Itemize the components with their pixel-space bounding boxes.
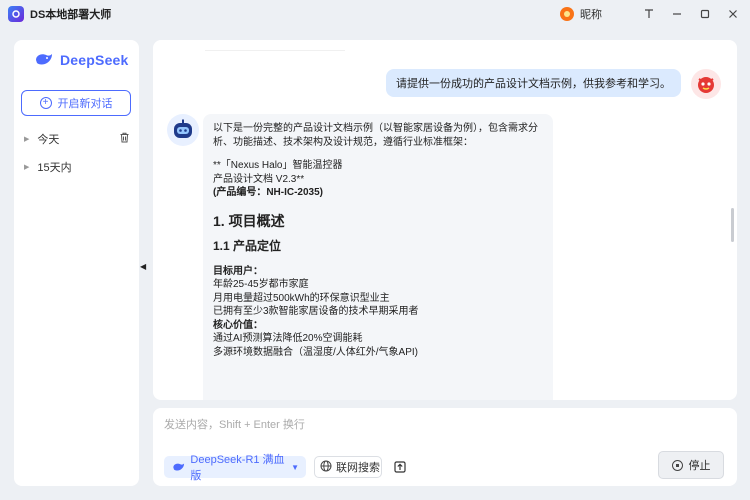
close-button[interactable] (722, 3, 744, 25)
sidebar-group-label: 今天 (37, 134, 60, 146)
core-value-label: 核心价值： (213, 319, 263, 331)
list-item: 年龄25-45岁都市家庭 (213, 279, 309, 291)
new-chat-label: 开启新对话 (57, 98, 113, 110)
upload-icon[interactable] (391, 458, 409, 476)
maximize-button[interactable] (694, 3, 716, 25)
list-item: 多源环境数据融合（温湿度/人体红外/气象API) (213, 346, 419, 358)
new-chat-button[interactable]: + 开启新对话 (21, 90, 131, 116)
sidebar-group-today[interactable]: ▶ 今天 (22, 129, 132, 149)
app-title: DS本地部署大师 (30, 9, 112, 21)
list-item: 通过AI预测算法降低20%空调能耗 (213, 333, 363, 345)
list-item: 已拥有至少3款智能家居设备的技术早期采用者 (213, 306, 419, 318)
sidebar-group-15days[interactable]: ▶ 15天内 (22, 157, 132, 177)
whale-icon (36, 54, 52, 65)
product-line: **「Nexus Halo」智能温控器 (213, 160, 343, 171)
scrollbar[interactable] (731, 208, 734, 242)
bot-intro: 以下是一份完整的产品设计文档示例（以智能家居设备为例），包含需求分析、功能描述、… (213, 123, 538, 148)
title-bar: DS本地部署大师 昵称 (0, 0, 750, 28)
sidebar-group-label: 15天内 (37, 162, 72, 174)
collapse-sidebar-icon[interactable]: ◀ (140, 262, 148, 271)
logo-text: DeepSeek (60, 52, 129, 68)
message-input[interactable]: 发送内容，Shift + Enter 换行 (164, 416, 305, 432)
caret-right-icon: ▶ (24, 136, 30, 143)
web-search-label: 联网搜索 (336, 462, 380, 474)
user-avatar (691, 69, 721, 99)
pin-icon[interactable] (638, 3, 660, 25)
deepseek-logo: DeepSeek (34, 52, 129, 68)
user-message: 请提供一份成功的产品设计文档示例，供我参考和学习。 (386, 69, 681, 97)
sidebar: DeepSeek + 开启新对话 ▶ 今天 ▶ 15天内 (14, 40, 139, 486)
divider (205, 50, 345, 54)
doc-line: 产品设计文档 V2.3** (213, 173, 305, 185)
caret-right-icon: ▶ (24, 164, 30, 171)
stop-label: 停止 (688, 460, 711, 472)
model-select[interactable]: DeepSeek-R1 满血版 ▼ (164, 454, 306, 482)
stop-button[interactable]: 停止 (658, 451, 724, 479)
globe-icon (320, 460, 332, 475)
whale-icon (173, 462, 185, 471)
web-search-button[interactable]: 联网搜索 (314, 456, 382, 478)
subsection-heading: 1.1 产品定位 (213, 239, 282, 254)
model-label: DeepSeek-R1 满血版 (190, 454, 285, 482)
minimize-button[interactable] (666, 3, 688, 25)
chat-area: 请提供一份成功的产品设计文档示例，供我参考和学习。 以下是一份完整的产品设计文档… (153, 40, 737, 400)
app-logo-icon (8, 6, 24, 22)
chevron-down-icon: ▼ (291, 462, 299, 472)
stop-icon (671, 459, 683, 471)
plus-icon: + (39, 97, 52, 109)
section-heading: 1. 项目概述 (213, 212, 285, 229)
input-panel: 发送内容，Shift + Enter 换行 DeepSeek-R1 满血版 ▼ … (153, 408, 737, 486)
trash-icon[interactable] (119, 132, 130, 146)
code-line: (产品编号：NH-IC-2035) (213, 187, 324, 198)
list-item: 月用电量超过500kWh的环保意识型业主 (213, 292, 390, 304)
bot-avatar (167, 114, 199, 146)
nickname[interactable]: 昵称 (580, 6, 602, 22)
user-avatar-small[interactable] (560, 7, 574, 21)
target-users-label: 目标用户： (213, 265, 263, 277)
bot-message: 以下是一份完整的产品设计文档示例（以智能家居设备为例），包含需求分析、功能描述、… (203, 114, 553, 400)
